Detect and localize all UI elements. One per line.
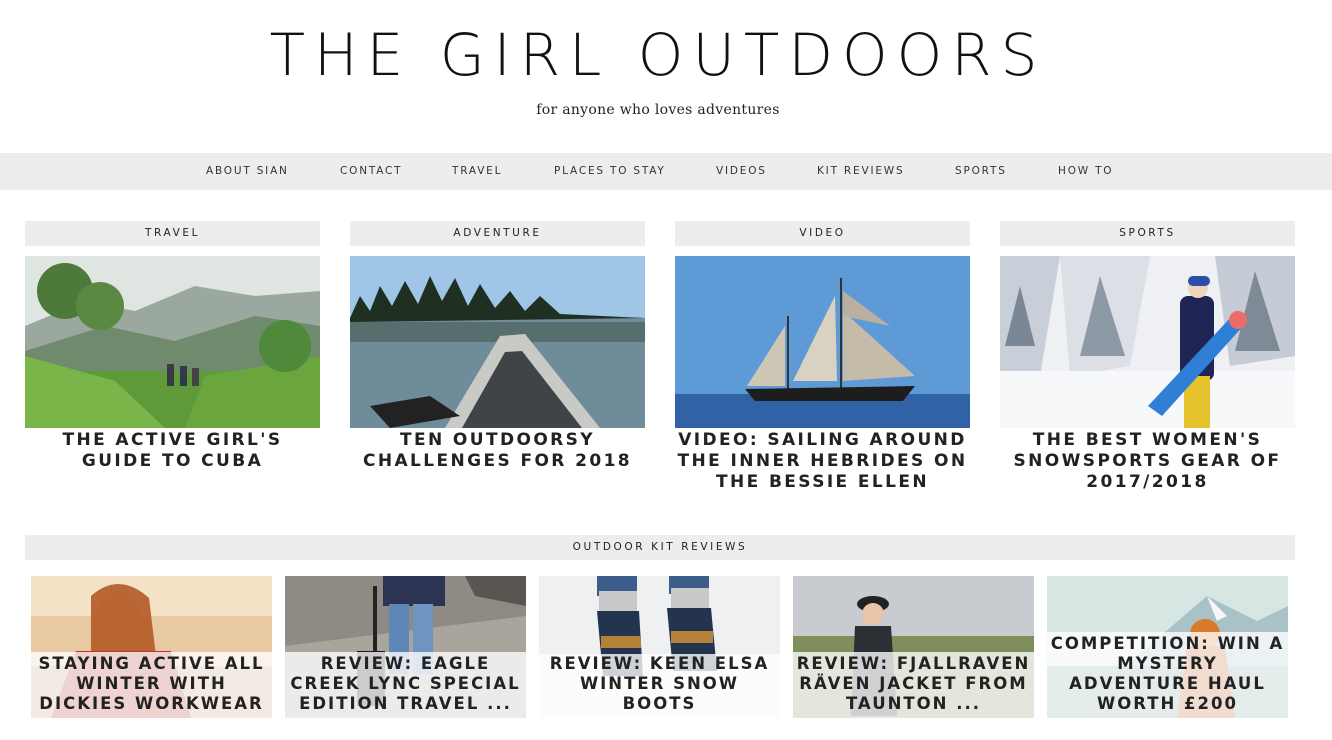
category-label-adventure[interactable]: ADVENTURE (350, 221, 645, 246)
category-label-video[interactable]: VIDEO (675, 221, 970, 246)
kit-card-fjallraven[interactable]: REVIEW: FJALLRAVEN RÄVEN JACKET FROM TAU… (793, 576, 1034, 718)
featured-title-sailing[interactable]: VIDEO: SAILING AROUND THE INNER HEBRIDES… (675, 430, 970, 493)
featured-title-challenges[interactable]: TEN OUTDOORSY CHALLENGES FOR 2018 (350, 430, 645, 472)
kit-title-dickies[interactable]: STAYING ACTIVE ALL WINTER WITH DICKIES W… (31, 652, 272, 718)
site-tagline: for anyone who loves adventures (536, 102, 780, 118)
kit-title-competition[interactable]: COMPETITION: WIN A MYSTERY ADVENTURE HAU… (1047, 632, 1288, 718)
nav-item-about-sian[interactable]: ABOUT SIAN (206, 153, 289, 190)
category-label-travel[interactable]: TRAVEL (25, 221, 320, 246)
nav-item-how-to[interactable]: HOW TO (1058, 153, 1113, 190)
category-label-sports[interactable]: SPORTS (1000, 221, 1295, 246)
kit-title-keen-elsa[interactable]: REVIEW: KEEN ELSA WINTER SNOW BOOTS (539, 654, 780, 718)
nav-item-videos[interactable]: VIDEOS (716, 153, 767, 190)
nav-item-kit-reviews[interactable]: KIT REVIEWS (817, 153, 904, 190)
featured-image-tall-ship[interactable] (675, 256, 970, 428)
main-nav: ABOUT SIAN CONTACT TRAVEL PLACES TO STAY… (0, 153, 1332, 190)
nav-item-contact[interactable]: CONTACT (340, 153, 402, 190)
kit-title-eagle-creek[interactable]: REVIEW: EAGLE CREEK LYNC SPECIAL EDITION… (285, 652, 526, 718)
site-title[interactable]: THE GIRL OUTDOORS (0, 22, 1316, 88)
kit-card-eagle-creek[interactable]: REVIEW: EAGLE CREEK LYNC SPECIAL EDITION… (285, 576, 526, 718)
featured-image-cuba[interactable] (25, 256, 320, 428)
featured-image-snowboard[interactable] (1000, 256, 1295, 428)
kit-card-keen-elsa[interactable]: REVIEW: KEEN ELSA WINTER SNOW BOOTS (539, 576, 780, 718)
kit-title-fjallraven[interactable]: REVIEW: FJALLRAVEN RÄVEN JACKET FROM TAU… (793, 652, 1034, 718)
nav-item-sports[interactable]: SPORTS (955, 153, 1007, 190)
featured-image-canoe[interactable] (350, 256, 645, 428)
nav-item-places-to-stay[interactable]: PLACES TO STAY (554, 153, 666, 190)
kit-card-dickies[interactable]: STAYING ACTIVE ALL WINTER WITH DICKIES W… (31, 576, 272, 718)
kit-card-competition[interactable]: COMPETITION: WIN A MYSTERY ADVENTURE HAU… (1047, 576, 1288, 718)
nav-item-travel[interactable]: TRAVEL (452, 153, 502, 190)
featured-title-snowsports[interactable]: THE BEST WOMEN'S SNOWSPORTS GEAR OF 2017… (1000, 430, 1295, 493)
section-label-kit-reviews: OUTDOOR KIT REVIEWS (25, 535, 1295, 560)
featured-title-cuba[interactable]: THE ACTIVE GIRL'S GUIDE TO CUBA (25, 430, 320, 472)
